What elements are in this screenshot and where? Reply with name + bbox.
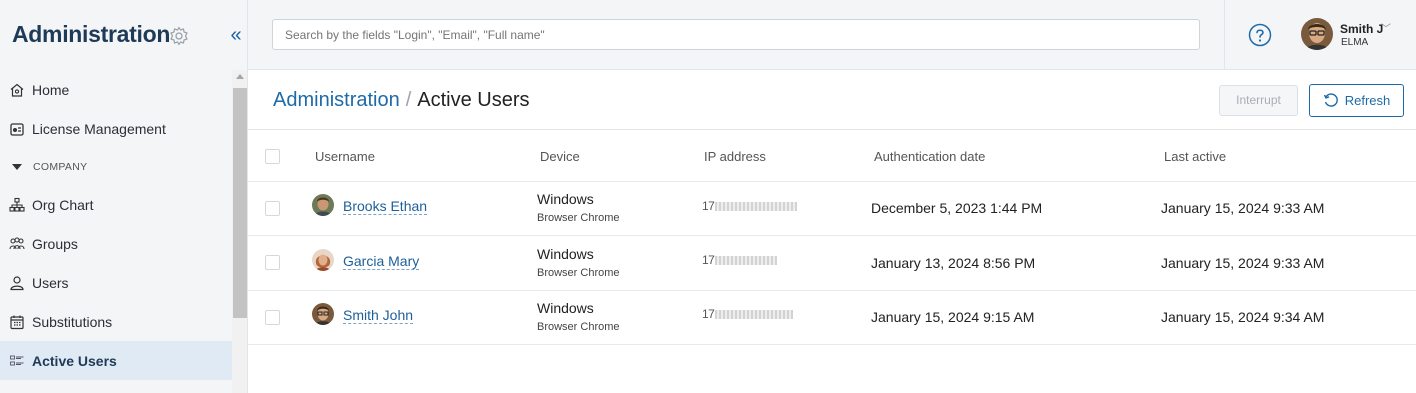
sidebar-item-label: Groups (32, 235, 78, 252)
avatar (312, 249, 334, 271)
ip-address-value: 17 (702, 307, 715, 321)
username-link[interactable]: Garcia Mary (343, 254, 420, 270)
ip-address: 17 (702, 199, 798, 213)
sidebar-section-company[interactable]: COMPANY (0, 148, 232, 185)
username-link[interactable]: Brooks Ethan (343, 199, 428, 215)
sidebar-title: Administration (12, 21, 171, 47)
help-icon[interactable] (1248, 23, 1272, 47)
sidebar-scrollbar[interactable] (232, 70, 247, 393)
sidebar-item-home[interactable]: Home (0, 70, 232, 109)
user-icon (9, 275, 25, 291)
ip-redacted (715, 202, 798, 212)
sidebar-item-label: Users (32, 274, 69, 291)
select-all-checkbox[interactable] (265, 149, 280, 164)
column-header-device[interactable]: Device (540, 149, 580, 164)
sidebar-item-org-chart[interactable]: Org Chart (0, 185, 232, 224)
breadcrumb-separator: / (405, 89, 412, 111)
row-checkbox[interactable] (265, 255, 280, 270)
sidebar-item-label: Home (32, 81, 70, 98)
sidebar-item-label: Active Users (32, 352, 117, 369)
row-divider (248, 344, 1416, 345)
calendar-icon (9, 314, 25, 330)
app-root: Administration « Home License Management (0, 0, 1416, 393)
sidebar-header: Administration « (0, 0, 247, 70)
column-header-username[interactable]: Username (315, 149, 375, 164)
column-header-authentication-date[interactable]: Authentication date (874, 149, 985, 164)
avatar (312, 194, 334, 216)
sidebar-item-active-users[interactable]: Active Users (0, 341, 232, 380)
active-users-icon (9, 353, 25, 369)
sidebar-nav: Home License Management COMPANY Org Char… (0, 70, 232, 380)
table-top-border (248, 129, 1416, 130)
sidebar-item-license-management[interactable]: License Management (0, 109, 232, 148)
ip-address-value: 17 (702, 199, 715, 213)
main-content: Administration / Active Users Interrupt Re… (248, 70, 1416, 393)
ip-redacted (715, 310, 794, 320)
sidebar-section-label: COMPANY (33, 160, 88, 173)
ip-redacted (715, 256, 778, 266)
row-divider (248, 290, 1416, 291)
avatar (312, 303, 334, 325)
row-checkbox[interactable] (265, 201, 280, 216)
groups-icon (9, 236, 25, 252)
refresh-button[interactable]: Refresh (1309, 84, 1404, 117)
column-header-ip-address[interactable]: IP address (704, 149, 766, 164)
device-os: Windows (537, 246, 594, 262)
avatar[interactable] (1301, 18, 1333, 50)
refresh-icon (1323, 92, 1338, 107)
scrollbar-thumb[interactable] (233, 88, 247, 318)
caret-down-icon (12, 163, 22, 170)
column-header-last-active[interactable]: Last active (1164, 149, 1226, 164)
authentication-date: December 5, 2023 1:44 PM (871, 200, 1043, 216)
sidebar-item-groups[interactable]: Groups (0, 224, 232, 263)
authentication-date: January 15, 2024 9:15 AM (871, 309, 1035, 325)
row-checkbox[interactable] (265, 310, 280, 325)
page-title: Active Users (417, 89, 530, 111)
device-browser: Browser Chrome (537, 212, 620, 224)
ip-address: 17 (702, 307, 794, 321)
last-active-date: January 15, 2024 9:33 AM (1161, 200, 1325, 216)
sidebar-item-substitutions[interactable]: Substitutions (0, 302, 232, 341)
device-os: Windows (537, 300, 594, 316)
license-icon (9, 121, 25, 137)
breadcrumb-root-link[interactable]: Administration (273, 89, 400, 111)
row-divider (248, 181, 1416, 182)
user-org: ELMA (1341, 37, 1369, 48)
home-icon (9, 82, 25, 98)
username-link[interactable]: Smith John (343, 308, 414, 324)
sidebar-item-users[interactable]: Users (0, 263, 232, 302)
authentication-date: January 13, 2024 8:56 PM (871, 255, 1036, 271)
topbar: Smith J ELMA ﹀ (248, 0, 1416, 70)
gear-icon[interactable] (169, 26, 189, 46)
device-browser: Browser Chrome (537, 267, 620, 279)
ip-address-value: 17 (702, 253, 715, 267)
last-active-date: January 15, 2024 9:34 AM (1161, 309, 1325, 325)
breadcrumb: Administration / Active Users (273, 89, 530, 112)
sidebar-item-label: Substitutions (32, 313, 113, 330)
device-browser: Browser Chrome (537, 321, 620, 333)
ip-address: 17 (702, 253, 778, 267)
topbar-divider (1224, 0, 1225, 70)
scroll-up-arrow-icon[interactable] (236, 74, 244, 79)
collapse-sidebar-icon[interactable]: « (227, 24, 245, 46)
last-active-date: January 15, 2024 9:33 AM (1161, 255, 1325, 271)
refresh-label: Refresh (1344, 93, 1391, 108)
device-os: Windows (537, 191, 594, 207)
search-input[interactable] (272, 19, 1200, 50)
sidebar: Administration « Home License Management (0, 0, 248, 393)
row-divider (248, 235, 1416, 236)
org-chart-icon (9, 197, 25, 213)
interrupt-button[interactable]: Interrupt (1219, 85, 1298, 116)
chevron-down-icon[interactable]: ﹀ (1381, 20, 1391, 35)
sidebar-item-label: License Management (32, 120, 166, 137)
sidebar-item-label: Org Chart (32, 196, 94, 213)
user-name[interactable]: Smith J (1340, 22, 1383, 36)
